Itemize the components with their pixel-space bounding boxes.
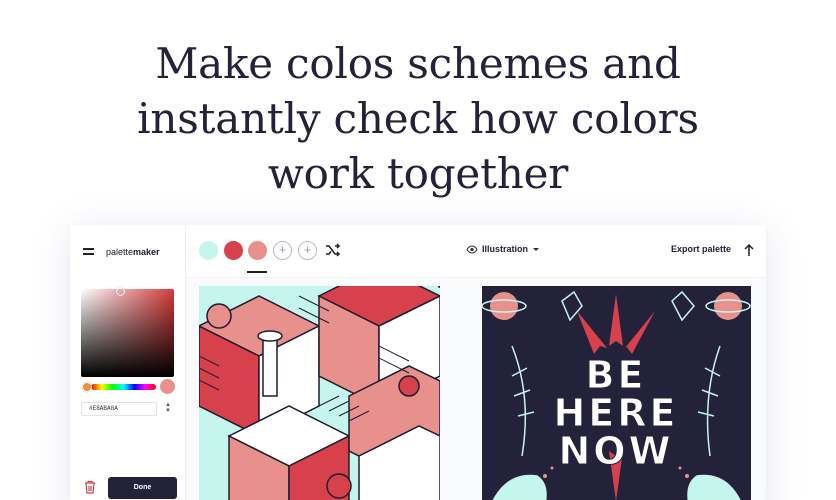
picker-handle[interactable] [116, 287, 125, 296]
hex-input[interactable]: #E8ABA8A [81, 402, 157, 416]
hue-slider[interactable] [91, 384, 156, 390]
sidebar-header: palettemaker [70, 225, 186, 278]
color-picker-panel: #E8ABA8A ▲ ▼ Done [70, 278, 186, 500]
headline-line-3: work together [267, 149, 569, 198]
add-color-button[interactable]: + [273, 241, 292, 260]
hex-stepper[interactable]: ▲ ▼ [162, 402, 174, 416]
shuffle-icon[interactable] [325, 242, 341, 258]
palette-swatch-1[interactable] [199, 241, 218, 260]
isometric-illustration [199, 286, 440, 500]
logo-prefix: palette [106, 246, 134, 257]
trash-icon[interactable] [83, 480, 97, 494]
headline: Make colos schemes and instantly check h… [0, 36, 836, 201]
saturation-area[interactable] [81, 287, 174, 377]
hue-slider-handle[interactable] [82, 382, 92, 392]
palette-swatch-2[interactable] [224, 241, 243, 260]
logo: palettemaker [106, 247, 160, 257]
view-mode-dropdown[interactable]: Illustration [466, 244, 540, 254]
palette-swatch-3[interactable] [248, 241, 267, 260]
hamburger-icon[interactable] [83, 248, 94, 255]
add-color-button-2[interactable]: + [298, 241, 317, 260]
arrow-up-icon[interactable] [743, 243, 755, 257]
logo-suffix: maker [133, 246, 160, 257]
poster-illustration: BE HERE NOW [482, 286, 751, 500]
view-mode-label: Illustration [482, 244, 529, 254]
toolbar: + + Illustration Export palette [186, 225, 766, 278]
headline-line-2: instantly check how colors [137, 94, 699, 143]
chevron-down-icon [533, 247, 540, 251]
app-window: palettemaker + + Illustration Export pal… [70, 225, 766, 500]
done-button[interactable]: Done [108, 477, 177, 499]
selected-swatch-indicator [247, 271, 267, 273]
export-palette-button[interactable]: Export palette [671, 244, 731, 254]
poster-line-3: NOW [558, 429, 673, 473]
eye-icon [466, 244, 478, 254]
current-color-preview [160, 379, 175, 394]
headline-line-1: Make colos schemes and [155, 39, 681, 88]
